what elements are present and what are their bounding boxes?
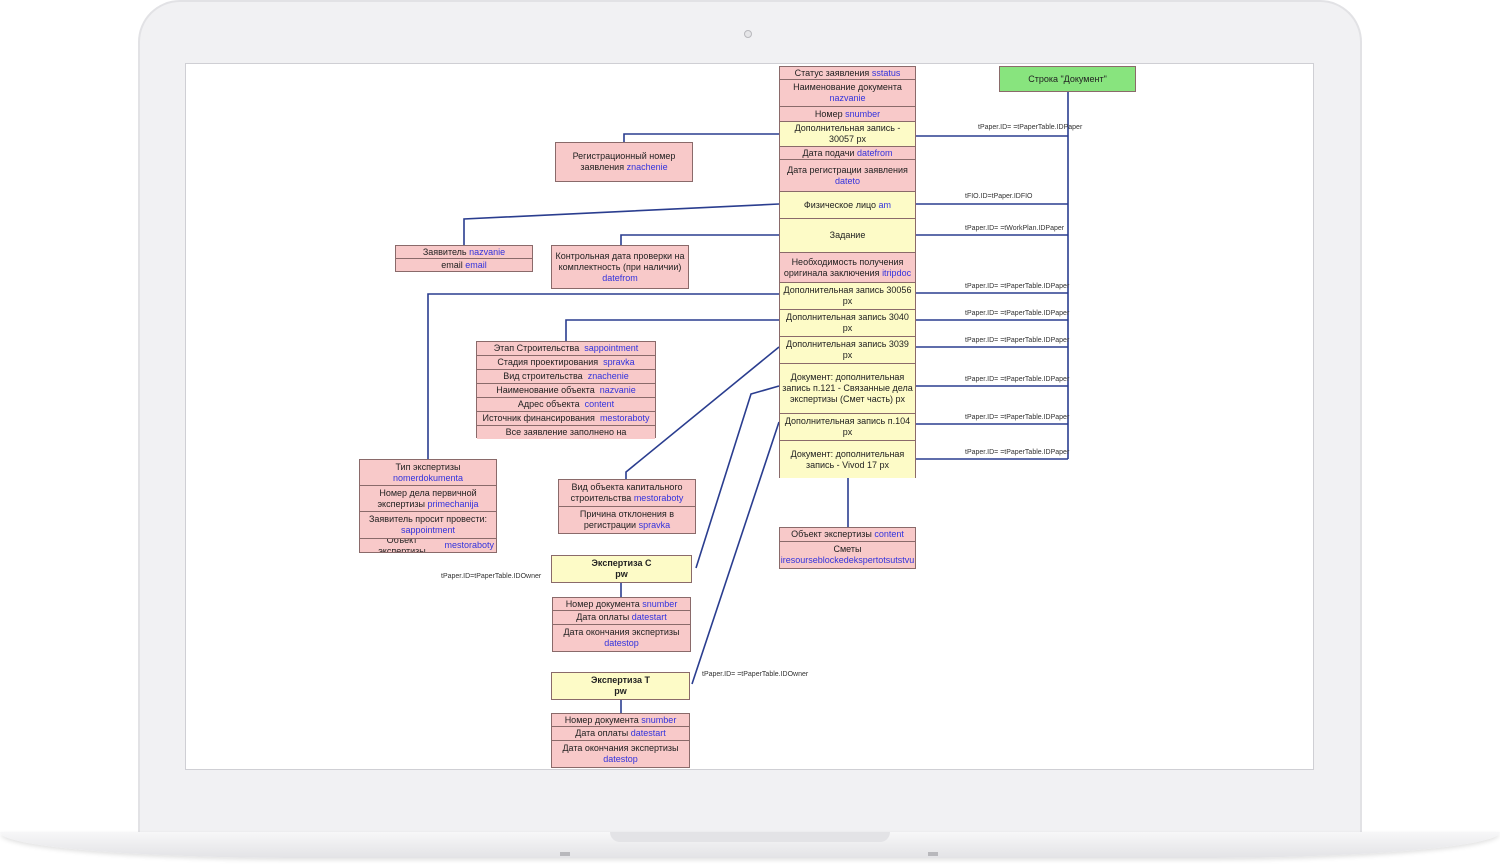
document-title: Строка "Документ"	[1000, 67, 1135, 91]
connector-exp-c	[695, 385, 780, 569]
control-date-row: Контрольная дата проверки на комплектнос…	[552, 246, 688, 288]
expertise-t-rows-entity[interactable]: Номер документа snumber Дата оплаты date…	[551, 713, 690, 768]
reg-number-row: Регистрационный номер заявления znacheni…	[556, 143, 692, 181]
join-label-11: tPaper.ID= =tPaperTable.IDOwner	[702, 671, 809, 678]
join-label-8: tPaper.ID= =tPaperTable.IDPaper	[965, 414, 1070, 421]
laptop-foot-right	[928, 852, 938, 856]
main-row-person: Физическое лицо am	[780, 192, 915, 219]
main-row-vivod-17: Документ: дополнительная запись - Vivod …	[780, 441, 915, 478]
exp-c-row-1: Номер документа snumber	[553, 598, 690, 611]
document-entity[interactable]: Строка "Документ"	[999, 66, 1136, 92]
connector-reg	[623, 133, 779, 142]
join-label-2: tFIO.ID=tPaper.IDFIO	[965, 193, 1033, 200]
type-row-4: Объект экспертизы mestoraboty	[360, 539, 496, 552]
exp-t-row-3: Дата окончания экспертизы datestop	[552, 741, 689, 767]
object-kind-row-2: Причина отклонения в регистрации spravka	[559, 507, 695, 533]
expertise-t-entity[interactable]: Экспертиза Тpw	[551, 672, 690, 700]
join-label-9: tPaper.ID= =tPaperTable.IDPaper	[965, 449, 1070, 456]
main-row-extra-30057: Дополнительная запись - 30057 px	[780, 122, 915, 147]
camera-icon	[744, 30, 752, 38]
stage-row-1: Этап Строительства sappointment	[477, 342, 655, 356]
main-row-number: Номер snumber	[780, 107, 915, 122]
main-row-submit-date: Дата подачи datefrom	[780, 147, 915, 160]
exp-c-row-3: Дата окончания экспертизы datestop	[553, 625, 690, 651]
main-row-extra-104: Дополнительная запись п.104 px	[780, 414, 915, 441]
join-label-6: tPaper.ID= =tPaperTable.IDPaper	[965, 337, 1070, 344]
stage-row-6: Источник финансирования mestoraboty	[477, 412, 655, 426]
expertise-type-entity[interactable]: Тип экспертизы nomerdokumenta Номер дела…	[359, 459, 497, 553]
main-row-name: Наименование документа nazvanie	[780, 80, 915, 107]
object-kind-entity[interactable]: Вид объекта капитального строительства m…	[558, 479, 696, 534]
main-row-original: Необходимость получения оригинала заключ…	[780, 253, 915, 283]
main-row-task: Задание	[780, 219, 915, 253]
main-row-extra-3040: Дополнительная запись 3040 px	[780, 310, 915, 337]
exp-t-row-1: Номер документа snumber	[552, 714, 689, 727]
laptop-notch	[610, 832, 890, 842]
stage-row-4: Наименование объекта nazvanie	[477, 384, 655, 398]
main-row-status: Статус заявления sstatus	[780, 67, 915, 80]
main-row-extra-30056: Дополнительная запись 30056 px	[780, 283, 915, 310]
expertise-object-row-2: Сметы iresourseblockedekspertotsutstvu	[780, 542, 915, 568]
exp-t-row-2: Дата оплаты datestart	[552, 727, 689, 741]
exp-c-row-2: Дата оплаты datestart	[553, 611, 690, 625]
stage-entity[interactable]: Этап Строительства sappointment Стадия п…	[476, 341, 656, 439]
join-label-10: tPaper.ID=tPaperTable.IDOwner	[441, 573, 542, 580]
connector-stage	[565, 319, 779, 342]
connector-exp-t	[691, 421, 780, 685]
control-date-entity[interactable]: Контрольная дата проверки на комплектнос…	[551, 245, 689, 289]
type-row-2: Номер дела первичной экспертизы primecha…	[360, 486, 496, 512]
join-label-4: tPaper.ID= =tPaperTable.IDPaper	[965, 283, 1070, 290]
type-row-1: Тип экспертизы nomerdokumenta	[360, 460, 496, 486]
applicant-row-email: email email	[396, 259, 532, 271]
applicant-row-name: Заявитель nazvanie	[396, 246, 532, 259]
join-label-7: tPaper.ID= =tPaperTable.IDPaper	[965, 376, 1070, 383]
main-row-extra-3039: Дополнительная запись 3039 px	[780, 337, 915, 364]
stage-row-2: Стадия проектирования spravka	[477, 356, 655, 370]
main-entity[interactable]: Статус заявления sstatus Наименование до…	[779, 66, 916, 478]
laptop-foot-left	[560, 852, 570, 856]
expertise-object-row-1: Объект экспертизы content	[780, 528, 915, 542]
connector-lines	[427, 92, 1069, 713]
expertise-t-header: Экспертиза Тpw	[552, 673, 689, 699]
main-row-doc-121: Документ: дополнительная запись п.121 - …	[780, 364, 915, 414]
expertise-object-entity[interactable]: Объект экспертизы content Сметы iresourse…	[779, 527, 916, 569]
stage-row-5: Адрес объекта content	[477, 398, 655, 412]
expertise-c-header: Экспертиза Сpw	[552, 556, 691, 582]
expertise-c-rows-entity[interactable]: Номер документа snumber Дата оплаты date…	[552, 597, 691, 652]
join-label-1: tPaper.ID= =tPaperTable.IDPaper	[978, 124, 1083, 131]
join-label-5: tPaper.ID= =tPaperTable.IDPaper	[965, 310, 1070, 317]
object-kind-row-1: Вид объекта капитального строительства m…	[559, 480, 695, 507]
type-row-3: Заявитель просит провести: sappointment	[360, 512, 496, 539]
reg-number-entity[interactable]: Регистрационный номер заявления znacheni…	[555, 142, 693, 182]
stage-row-7: Все заявление заполнено на	[477, 426, 655, 439]
stage-row-3: Вид строительства znachenie	[477, 370, 655, 384]
join-label-3: tPaper.ID= =tWorkPlan.IDPaper	[965, 225, 1065, 232]
main-row-reg-date: Дата регистрации заявления dateto	[780, 160, 915, 192]
applicant-entity[interactable]: Заявитель nazvanie email email	[395, 245, 533, 272]
diagram-screen: Строка "Документ" Статус заявления sstat…	[185, 63, 1314, 770]
expertise-c-entity[interactable]: Экспертиза Сpw	[551, 555, 692, 583]
